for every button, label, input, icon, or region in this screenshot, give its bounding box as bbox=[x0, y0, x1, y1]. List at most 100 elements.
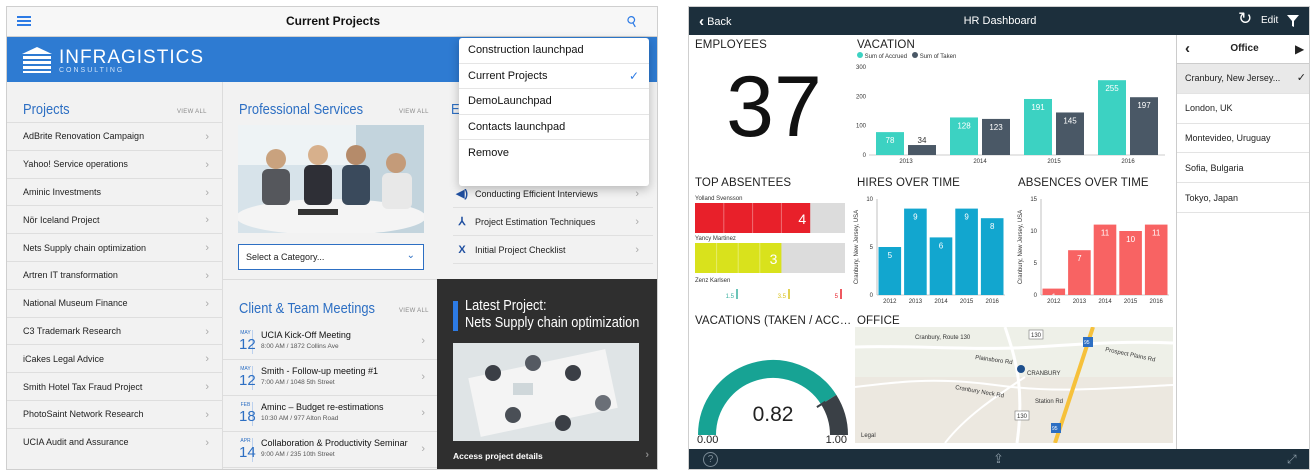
bar-value-label: 197 bbox=[1137, 101, 1151, 110]
brand-name: INFRAGISTICS bbox=[59, 47, 205, 68]
y-tick-label: 100 bbox=[856, 124, 867, 130]
professional-services-panel: Professional Services VIEW ALL Select a … bbox=[223, 82, 437, 279]
legend-taken: Sum of Taken bbox=[919, 54, 957, 60]
access-project-details-link[interactable]: Access project details › bbox=[453, 449, 649, 461]
article-label: Project Estimation Techniques bbox=[475, 216, 596, 227]
project-label: Aminic Investments bbox=[23, 186, 102, 197]
bar-value-label: 191 bbox=[1031, 103, 1045, 112]
infragistics-logo-icon bbox=[22, 47, 52, 73]
project-list-item[interactable]: Smith Hotel Tax Fraud Project › bbox=[7, 372, 223, 400]
dropdown-item[interactable]: Contacts launchpad bbox=[459, 115, 649, 140]
top-absentees-chart: Yolland Svensson 4 Yancy Martinez 3 Zenz Kar… bbox=[695, 196, 845, 300]
project-list-item[interactable]: PhotoSaint Network Research › bbox=[7, 399, 223, 428]
map-label-route-130: Cranbury, Route 130 bbox=[915, 335, 971, 341]
project-list-item[interactable]: National Museum Finance › bbox=[7, 288, 223, 317]
y-tick-label: 10 bbox=[1030, 229, 1037, 235]
article-list-item[interactable]: X Initial Project Checklist › bbox=[453, 236, 653, 264]
project-list-item[interactable]: Artren IT transformation › bbox=[7, 260, 223, 289]
infragistics-app: Current Projects ⚲ INFRAGISTICS CONSULTI… bbox=[6, 6, 658, 470]
project-label: PhotoSaint Network Research bbox=[23, 409, 144, 420]
bottom-bar: ? ⇪ ⤢ bbox=[689, 449, 1309, 469]
business-meeting-photo bbox=[238, 125, 424, 233]
chevron-right-icon: › bbox=[205, 353, 209, 366]
project-list-item[interactable]: Yahoo! Service operations › bbox=[7, 149, 223, 178]
absentee-value: 3 bbox=[770, 251, 778, 267]
meetings-panel: Client & Team Meetings VIEW ALL MAY 12 UCI… bbox=[223, 279, 437, 469]
article-list-item[interactable]: ⅄ Project Estimation Techniques › bbox=[453, 208, 653, 236]
y-axis-label: Cranbury, New Jersey, USA bbox=[1018, 210, 1024, 284]
office-list-item[interactable]: Sofia, Bulgaria bbox=[1177, 153, 1309, 184]
articles-list: ◀) Conducting Efficient Interviews › ⅄ Proje… bbox=[453, 180, 653, 264]
calendar-date-icon: MAY 12 bbox=[239, 330, 256, 354]
professional-view-all-link[interactable]: VIEW ALL bbox=[399, 109, 429, 115]
office-list-item[interactable]: Tokyo, Japan bbox=[1177, 183, 1309, 213]
dropdown-item[interactable]: Remove bbox=[459, 140, 649, 166]
employees-count: 37 bbox=[726, 59, 822, 155]
meetings-list: MAY 12 UCIA Kick-Off Meeting 8:00 AM / 1872… bbox=[223, 324, 437, 468]
office-list-item[interactable]: Cranbury, New Jersey... ✓ bbox=[1177, 64, 1309, 94]
category-select[interactable]: Select a Category... ⌄ bbox=[238, 244, 424, 270]
x-tick-label: 2013 bbox=[1073, 299, 1087, 305]
y-tick-label: 5 bbox=[1034, 261, 1038, 267]
absences-chart: Cranbury, New Jersey, USA051015120127201… bbox=[1018, 197, 1169, 305]
x-tick-label: 2016 bbox=[986, 299, 1000, 305]
chevron-right-icon: › bbox=[205, 269, 209, 282]
office-label: London, UK bbox=[1185, 103, 1233, 114]
map-route-130-top: 130 bbox=[1031, 333, 1042, 339]
latest-project-title: Latest Project: Nets Supply chain optimi… bbox=[465, 297, 639, 331]
office-map[interactable]: Cranbury, Route 130 Plainsboro Rd Prospe… bbox=[855, 327, 1173, 443]
project-list-item[interactable]: Aminic Investments › bbox=[7, 177, 223, 206]
employees-heading: EMPLOYEES bbox=[695, 39, 767, 51]
vacation-bar[interactable] bbox=[908, 145, 936, 155]
category-select-label: Select a Category... bbox=[246, 252, 325, 262]
chevron-right-icon: › bbox=[205, 325, 209, 338]
map-label-legal[interactable]: Legal bbox=[861, 433, 876, 439]
x-tick-label: 2013 bbox=[899, 159, 913, 165]
vacations-gauge-heading: VACATIONS (TAKEN / ACC… bbox=[695, 315, 852, 327]
meeting-list-item[interactable]: MAY 12 Smith - Follow-up meeting #1 7:00 AM… bbox=[223, 360, 437, 396]
edit-button[interactable]: Edit bbox=[1261, 15, 1278, 26]
project-list-item[interactable]: Nör Iceland Project › bbox=[7, 205, 223, 233]
chevron-right-icon: › bbox=[205, 381, 209, 394]
office-list-item[interactable]: Montevideo, Uruguay bbox=[1177, 124, 1309, 154]
project-label: National Museum Finance bbox=[23, 298, 128, 309]
meeting-list-item[interactable]: APR 14 Collaboration & Productivity Semina… bbox=[223, 432, 437, 468]
office-label: Montevideo, Uruguay bbox=[1185, 132, 1271, 143]
dropdown-item[interactable]: DemoLaunchpad bbox=[459, 89, 649, 115]
project-label: C3 Trademark Research bbox=[23, 325, 122, 336]
chevron-right-icon: › bbox=[205, 158, 209, 171]
expand-icon[interactable]: ⤢ bbox=[1287, 452, 1297, 467]
meetings-view-all-link[interactable]: VIEW ALL bbox=[399, 308, 429, 314]
chevron-right-icon: › bbox=[635, 244, 639, 256]
dropdown-item[interactable]: Current Projects ✓ bbox=[459, 64, 649, 89]
refresh-icon[interactable]: ↻ bbox=[1238, 9, 1252, 29]
chevron-right-icon: › bbox=[205, 408, 209, 421]
projects-view-all-link[interactable]: VIEW ALL bbox=[177, 109, 207, 115]
map-route-130-bottom: 130 bbox=[1017, 414, 1028, 420]
office-list-item[interactable]: London, UK bbox=[1177, 94, 1309, 124]
project-list-item[interactable]: C3 Trademark Research › bbox=[7, 316, 223, 345]
meeting-list-item[interactable]: FEB 18 Aminc – Budget re-estimations 10:30 … bbox=[223, 396, 437, 432]
meeting-list-item[interactable]: MAY 12 UCIA Kick-Off Meeting 8:00 AM / 1872… bbox=[223, 324, 437, 360]
page-title: Current Projects bbox=[285, 14, 381, 28]
filter-icon[interactable] bbox=[1287, 15, 1299, 27]
dropdown-item[interactable]: Construction launchpad bbox=[459, 38, 649, 64]
meeting-day: 18 bbox=[239, 408, 256, 425]
hr-dashboard-app: ‹ Back HR Dashboard ↻ Edit EMPLOYEES 37 … bbox=[688, 6, 1310, 470]
office-location-marker-icon[interactable] bbox=[1017, 365, 1025, 373]
project-list-item[interactable]: Nets Supply chain optimization › bbox=[7, 233, 223, 261]
project-list-item[interactable]: iCakes Legal Advice › bbox=[7, 344, 223, 372]
project-list-item[interactable]: UCIA Audit and Assurance › bbox=[7, 427, 223, 456]
play-icon[interactable]: ▶ bbox=[1295, 42, 1304, 56]
project-label: UCIA Audit and Assurance bbox=[23, 437, 129, 448]
share-icon[interactable]: ⇪ bbox=[993, 451, 1004, 467]
chevron-right-icon: › bbox=[421, 371, 425, 383]
x-tick-label: 2016 bbox=[1150, 299, 1164, 305]
checkmark-icon: ✓ bbox=[628, 68, 639, 83]
project-list-item[interactable]: AdBrite Renovation Campaign › bbox=[7, 122, 223, 150]
y-tick-label: 0 bbox=[1034, 293, 1038, 299]
help-icon[interactable]: ? bbox=[703, 452, 718, 467]
x-tick-label: 2015 bbox=[1124, 299, 1138, 305]
y-tick-label: 200 bbox=[856, 94, 867, 100]
meeting-day: 14 bbox=[239, 444, 256, 461]
